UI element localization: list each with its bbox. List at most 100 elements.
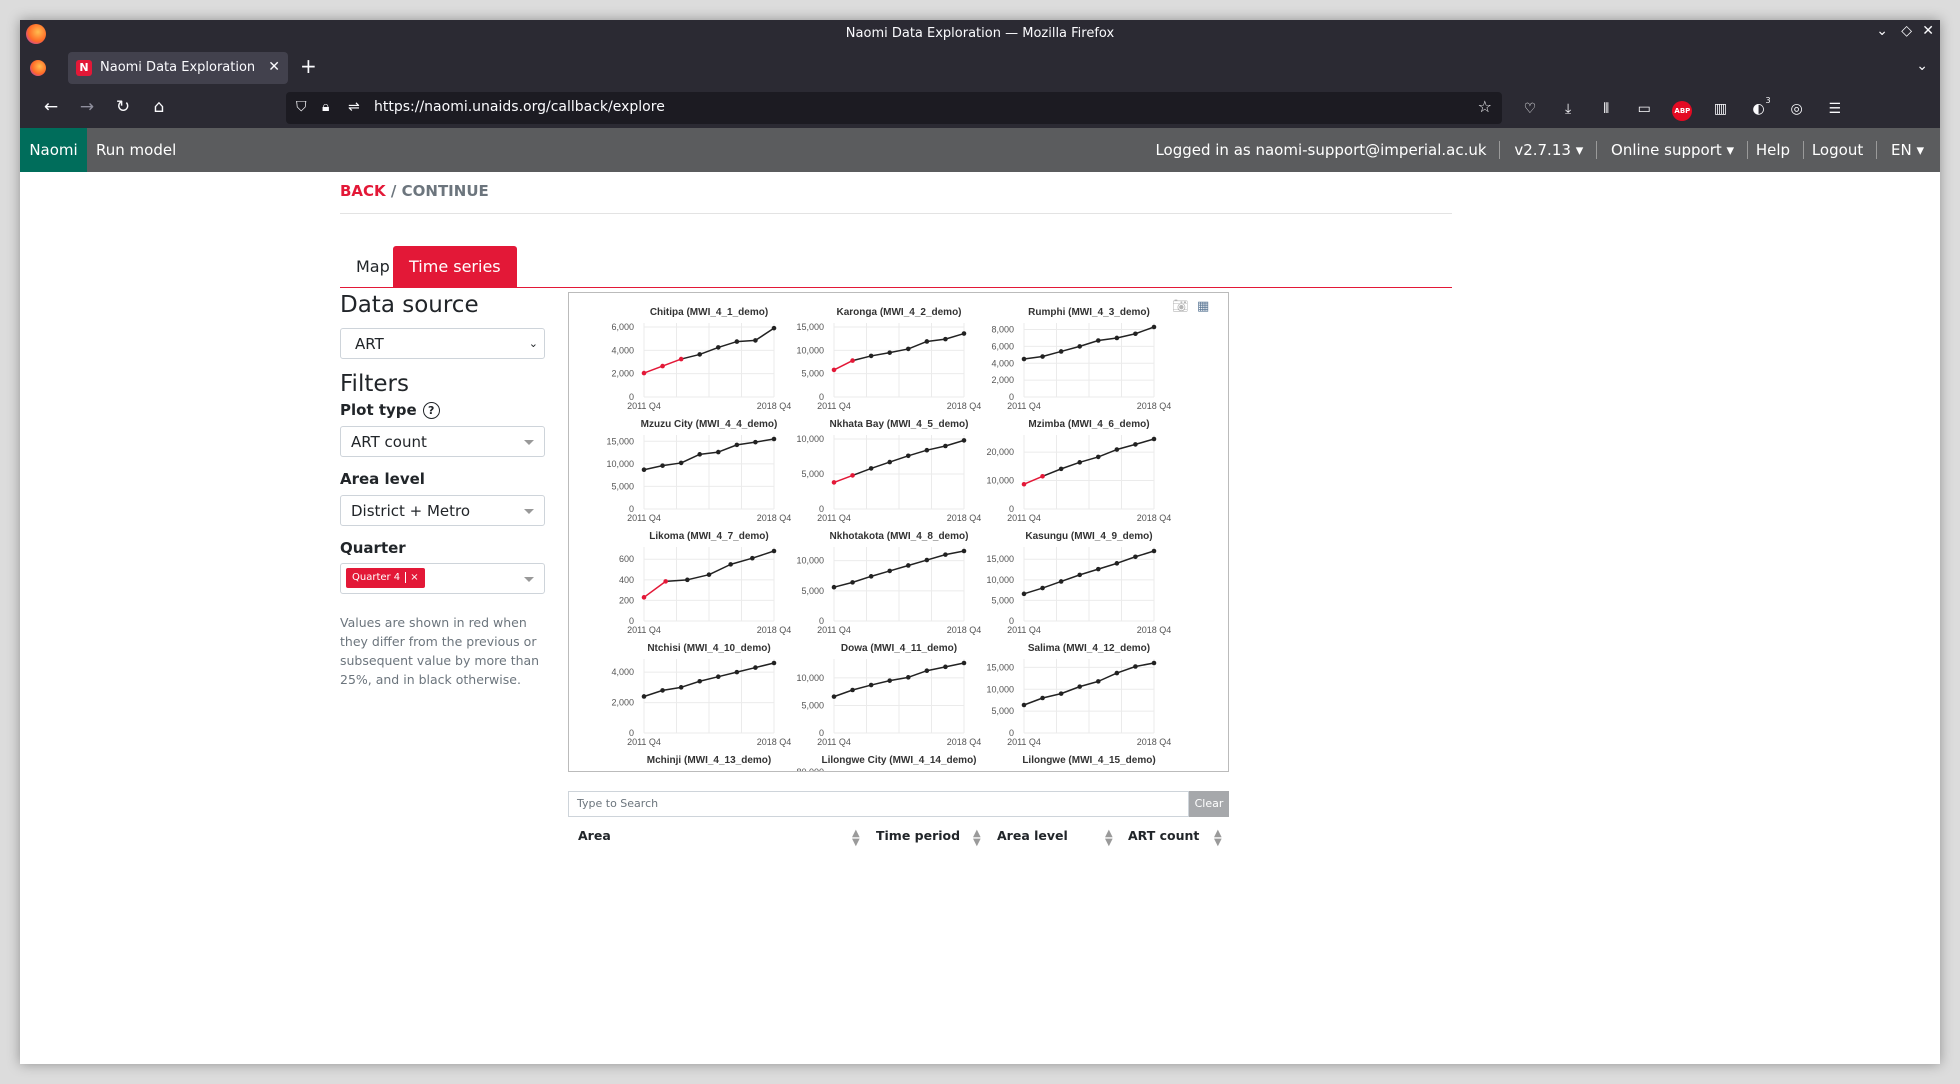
series-segment [1060, 345, 1080, 353]
data-point [1077, 572, 1083, 578]
new-tab-icon[interactable]: + [300, 54, 317, 78]
x-tick-label: 2011 Q4 [817, 401, 851, 411]
quarter-chip: Quarter 4 × [346, 568, 425, 588]
breadcrumb: BACK / CONTINUE [340, 182, 489, 200]
tracking-shield-icon[interactable]: ⛉ [296, 99, 307, 115]
data-point [641, 595, 647, 600]
close-tab-icon[interactable]: ✕ [268, 59, 280, 75]
y-tick-label: 2,000 [991, 375, 1014, 385]
table-search-input[interactable]: Type to Search [568, 791, 1189, 817]
firefox-view-icon[interactable] [30, 60, 46, 76]
remove-chip-icon[interactable]: × [405, 572, 419, 583]
minimize-icon[interactable]: ⌄ [1876, 23, 1888, 39]
series-segment [1135, 550, 1155, 558]
sort-icon[interactable]: ▲ ▼ [1214, 829, 1222, 848]
home-icon[interactable]: ⌂ [148, 97, 170, 117]
online-support-dropdown[interactable]: Online support ▾ [1605, 141, 1734, 159]
subplot-title: Rumphi (MWI_4_3_demo) [1028, 307, 1150, 318]
version-dropdown[interactable]: v2.7.13 ▾ [1508, 141, 1583, 159]
plot-type-select[interactable]: ART count [340, 426, 545, 457]
bookmark-star-icon[interactable]: ☆ [1478, 97, 1492, 116]
series-segment [945, 662, 965, 668]
data-point [961, 331, 967, 336]
series-segment [662, 358, 682, 367]
y-tick-label: 15,000 [986, 662, 1014, 672]
data-point [1040, 473, 1045, 479]
camera-icon[interactable]: 📷︎ [1172, 299, 1189, 314]
y-tick-label: 80,000 [796, 767, 824, 772]
series-segment [926, 553, 946, 561]
adblock-icon[interactable]: ABP [1672, 101, 1693, 121]
column-header-area[interactable]: Area [578, 828, 611, 843]
data-point [924, 447, 930, 453]
column-header-area-level[interactable]: Area level [997, 828, 1068, 843]
series-segment [833, 474, 853, 484]
data-point [943, 443, 948, 449]
area-level-select[interactable]: District + Metro [340, 495, 545, 526]
back-link[interactable]: BACK [340, 182, 386, 200]
menu-icon[interactable]: ☰ [1825, 99, 1845, 119]
x-tick-label: 2011 Q4 [627, 513, 661, 523]
brand-link[interactable]: Naomi [20, 128, 87, 172]
series-segment [1135, 326, 1155, 335]
reload-icon[interactable]: ↻ [112, 97, 134, 117]
sort-icon[interactable]: ▲ ▼ [1105, 829, 1113, 848]
url-bar[interactable]: ⛉ 🔒︎ ⇌ https://naomi.unaids.org/callback… [286, 92, 1502, 124]
browser-tab[interactable]: N Naomi Data Exploration ✕ [68, 52, 288, 84]
list-tabs-icon[interactable]: ⌄ [1916, 58, 1928, 74]
back-arrow-icon[interactable]: ← [40, 97, 62, 117]
data-source-select[interactable]: ART ⌄ [340, 328, 545, 359]
extension-icon[interactable]: ◐ 3 [1749, 96, 1770, 119]
library-icon[interactable]: ⫴ [1596, 99, 1616, 119]
logout-link[interactable]: Logout [1812, 141, 1863, 159]
tab-time-series[interactable]: Time series [393, 246, 517, 288]
series-segment [908, 670, 928, 679]
data-point [905, 675, 911, 680]
url-text[interactable]: https://naomi.unaids.org/callback/explor… [374, 99, 665, 115]
close-window-icon[interactable]: ✕ [1922, 23, 1934, 39]
data-point [1133, 664, 1138, 669]
forward-arrow-icon[interactable]: → [76, 97, 98, 117]
data-point [943, 336, 948, 342]
clear-button[interactable]: Clear [1189, 791, 1229, 817]
help-link[interactable]: Help [1756, 141, 1790, 159]
data-point [1114, 670, 1120, 676]
extension-icon[interactable]: ▥ [1710, 99, 1730, 119]
language-dropdown[interactable]: EN ▾ [1885, 141, 1924, 159]
data-point [753, 665, 758, 670]
color-note: Values are shown in red when they differ… [340, 615, 540, 687]
series-segment [1060, 685, 1080, 695]
quarter-select[interactable]: Quarter 4 × [340, 563, 545, 594]
series-segment [1060, 461, 1080, 470]
data-point [943, 552, 948, 557]
data-point [641, 370, 647, 376]
data-point [753, 338, 758, 343]
data-point [1095, 338, 1101, 343]
series-segment [1060, 574, 1080, 583]
lock-icon[interactable]: 🔒︎ [322, 99, 329, 115]
download-icon[interactable]: ⤓ [1558, 99, 1578, 119]
area-level-label: Area level [340, 470, 425, 488]
data-point [715, 345, 721, 350]
help-circle-icon[interactable]: ? [422, 402, 440, 419]
data-point [734, 442, 740, 448]
series-segment [870, 461, 890, 470]
extension-icon[interactable]: ◎ [1787, 99, 1807, 119]
sort-icon[interactable]: ▲ ▼ [973, 829, 981, 848]
time-series-plot[interactable]: Chitipa (MWI_4_1_demo) 0 2,000 4,000 6,000 20… [568, 292, 1229, 772]
run-model-link[interactable]: Run model [96, 141, 176, 159]
sort-icon[interactable]: ▲ ▼ [852, 829, 860, 848]
plot-type-label: Plot type? [340, 401, 440, 419]
column-header-time-period[interactable]: Time period [876, 828, 960, 843]
plotly-logo-icon[interactable]: ▦ [1197, 299, 1209, 314]
continue-link[interactable]: CONTINUE [402, 182, 489, 200]
series-segment [945, 439, 965, 447]
title-bar: Naomi Data Exploration — Mozilla Firefox… [20, 20, 1940, 48]
column-header-art-count[interactable]: ART count [1128, 828, 1199, 843]
permissions-icon[interactable]: ⇌ [348, 99, 360, 115]
toolbar-icons: ♡ ⤓ ⫴ ▭ ABP ▥ ◐ 3 ◎ ☰ [1520, 96, 1858, 121]
subplot-title: Lilongwe (MWI_4_15_demo) [1022, 755, 1155, 766]
maximize-icon[interactable]: ◇ [1901, 23, 1912, 39]
pocket-icon[interactable]: ♡ [1520, 99, 1540, 119]
sidebar-icon[interactable]: ▭ [1634, 99, 1654, 119]
